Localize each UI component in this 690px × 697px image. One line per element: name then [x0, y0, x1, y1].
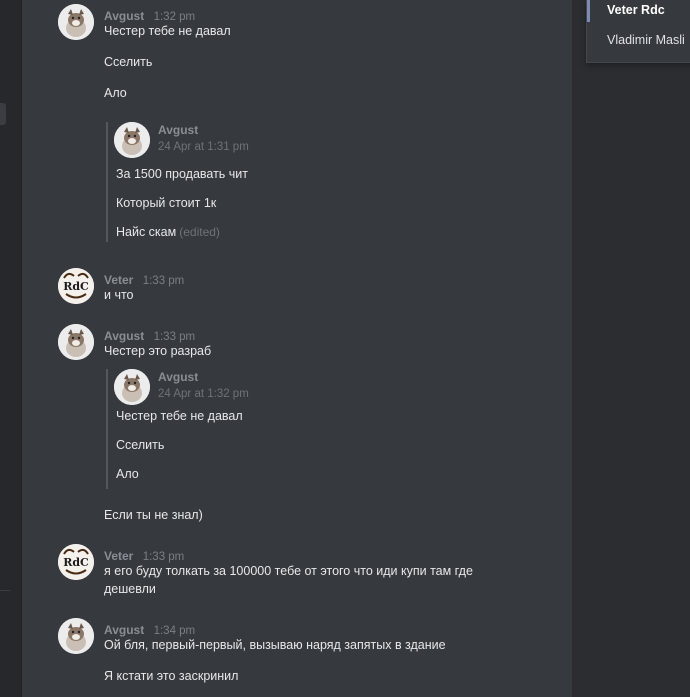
message: Avgust 1:34 pm Ой бля, первый-первый, вы…: [58, 618, 498, 697]
quoted-text: Честер тебе не давал: [116, 409, 243, 423]
edited-label: (edited): [179, 225, 220, 239]
message-author[interactable]: Veter: [104, 273, 133, 287]
message-text: Честер тебе не давал: [104, 24, 231, 38]
message-author[interactable]: Avgust: [104, 9, 144, 23]
rdc-logo-icon: RdC: [58, 544, 94, 580]
message-time: 1:34 pm: [153, 625, 196, 637]
quoted-text: Найс скам: [116, 225, 177, 239]
message-text: и что: [104, 288, 134, 302]
svg-text:RdC: RdC: [63, 556, 89, 569]
quoted-avatar: [114, 369, 150, 405]
svg-text:RdC: RdC: [63, 280, 89, 293]
message-time: 1:32 pm: [153, 11, 196, 23]
conversation-dropdown[interactable]: Veter Rdc Vladimir Masli: [586, 0, 690, 63]
message-time: 1:33 pm: [153, 331, 196, 343]
quoted-time: 24 Apr at 1:31 pm: [158, 141, 249, 153]
message-author[interactable]: Avgust: [104, 623, 144, 637]
dog-avatar-icon: [114, 122, 150, 158]
message-text: Я кстати это заскринил: [104, 669, 239, 683]
quoted-time: 24 Apr at 1:32 pm: [158, 388, 249, 400]
message-text: Если ты не знал): [104, 508, 203, 522]
dog-avatar-icon: [58, 324, 94, 360]
message-text: Сселить: [104, 55, 153, 69]
left-sidebar-strip: [0, 0, 22, 697]
right-panel: Veter Rdc Vladimir Masli: [572, 0, 690, 697]
dropdown-item-vladimir[interactable]: Vladimir Masli: [587, 22, 690, 62]
message: Avgust 1:32 pm Честер тебе не давал Ссел…: [58, 4, 498, 244]
quoted-message[interactable]: Avgust 24 Apr at 1:32 pm Честер тебе не …: [106, 369, 406, 489]
user-avatar[interactable]: [58, 4, 94, 40]
dog-avatar-icon: [58, 4, 94, 40]
message-author[interactable]: Avgust: [104, 329, 144, 343]
quoted-avatar: [114, 122, 150, 158]
message-text: Ой бля, первый-первый, вызываю наряд зап…: [104, 638, 446, 652]
quoted-text-row: Найс скам (edited): [116, 225, 220, 239]
message-time: 1:33 pm: [142, 275, 185, 287]
quoted-message[interactable]: Avgust 24 Apr at 1:31 pm За 1500 продава…: [106, 122, 406, 242]
sidebar-collapse-handle[interactable]: [0, 103, 6, 125]
user-avatar[interactable]: [58, 618, 94, 654]
quoted-text: Сселить: [116, 438, 165, 452]
chat-history[interactable]: Avgust 1:32 pm Честер тебе не давал Ссел…: [22, 0, 572, 697]
message: RdC Veter 1:33 pm я его буду толкать за …: [58, 544, 498, 600]
message: Avgust 1:33 pm Честер это разраб Avgust …: [58, 324, 498, 530]
message-author[interactable]: Veter: [104, 549, 133, 563]
dog-avatar-icon: [114, 369, 150, 405]
dropdown-item-veter-rdc[interactable]: Veter Rdc: [587, 0, 690, 22]
user-avatar[interactable]: RdC: [58, 268, 94, 304]
quoted-text: Ало: [116, 467, 139, 481]
quoted-text: За 1500 продавать чит: [116, 167, 249, 181]
dog-avatar-icon: [58, 618, 94, 654]
message-text: Ало: [104, 86, 127, 100]
message-text: Честер это разраб: [104, 344, 212, 358]
quoted-author: Avgust: [158, 370, 199, 384]
message-text: я его буду толкать за 100000 тебе от это…: [104, 564, 473, 596]
rdc-logo-icon: RdC: [58, 268, 94, 304]
user-avatar[interactable]: [58, 324, 94, 360]
message: RdC Veter 1:33 pm и что: [58, 268, 498, 308]
sidebar-divider: [0, 590, 10, 591]
quoted-text: Который стоит 1к: [116, 196, 217, 210]
quoted-author: Avgust: [158, 123, 199, 137]
user-avatar[interactable]: RdC: [58, 544, 94, 580]
